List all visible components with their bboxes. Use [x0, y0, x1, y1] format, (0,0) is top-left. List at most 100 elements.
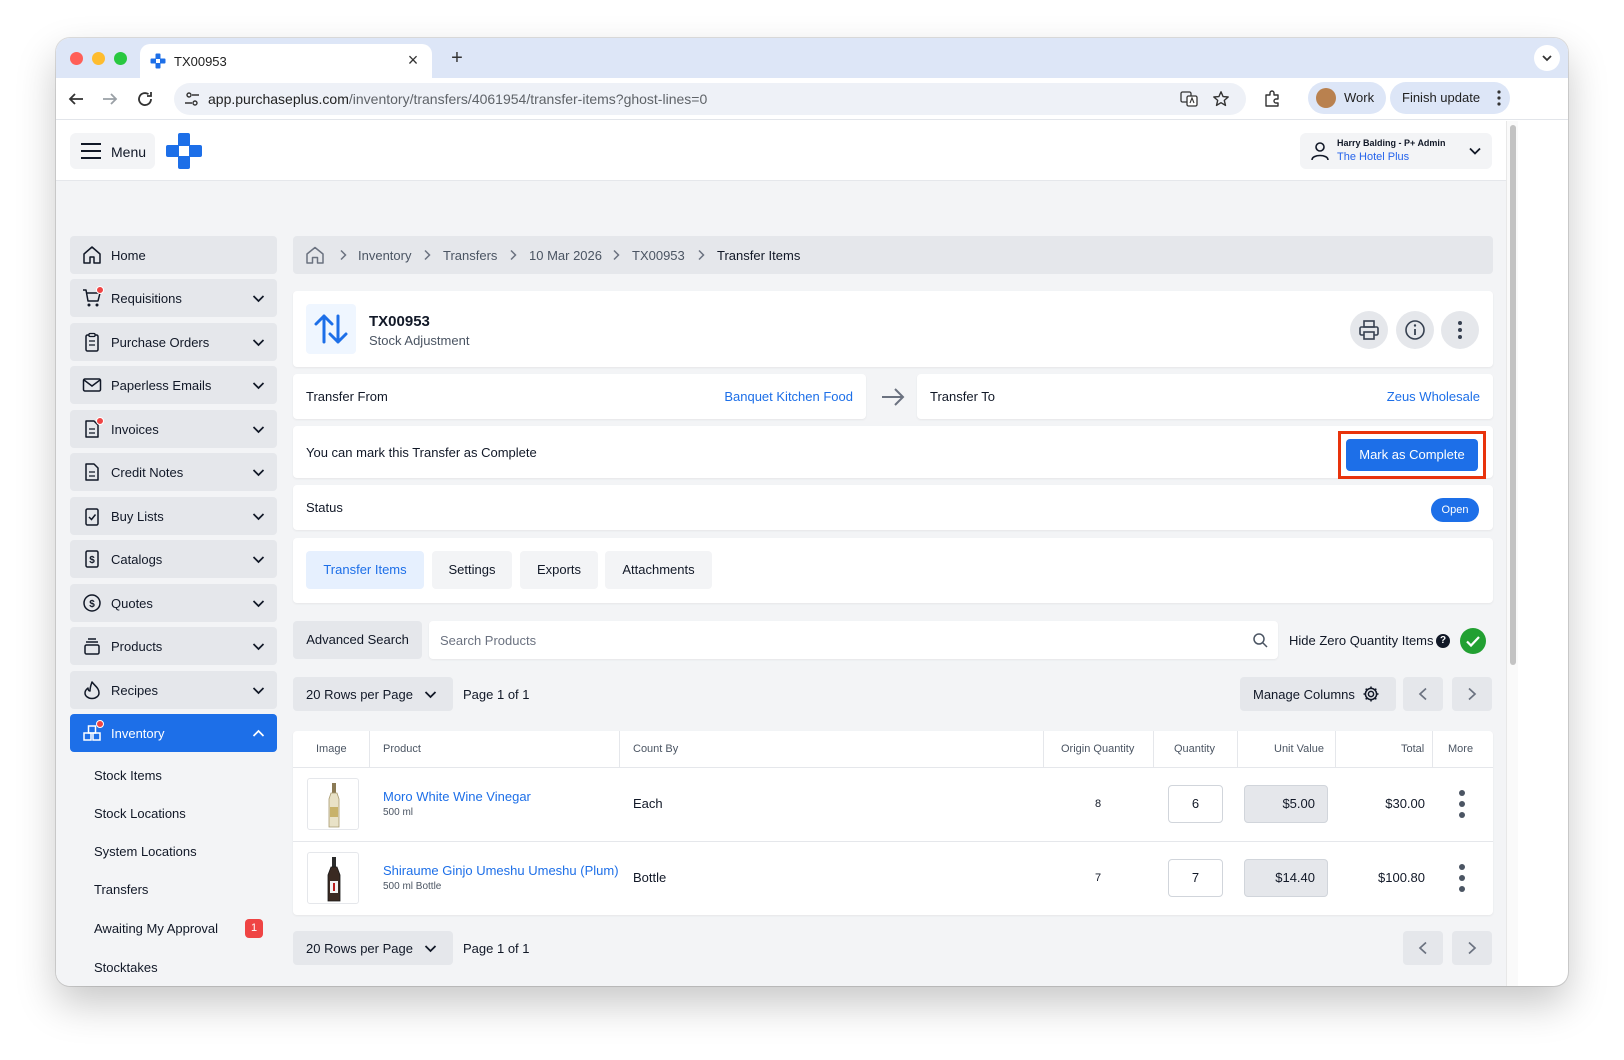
minimize-window-button[interactable] [92, 52, 105, 65]
reload-icon[interactable] [133, 87, 157, 111]
menu-button[interactable]: Menu [70, 133, 155, 169]
rows-per-page-select[interactable]: 20 Rows per Page [293, 931, 453, 965]
quantity-input[interactable]: 7 [1168, 859, 1223, 897]
more-actions-button[interactable] [1441, 311, 1479, 349]
site-settings-icon[interactable] [184, 91, 200, 107]
tab-close-icon[interactable]: × [402, 49, 424, 71]
tab-search-button[interactable] [1534, 45, 1560, 71]
sidebar-item-catalogs[interactable]: $ Catalogs [70, 540, 277, 578]
breadcrumb-date[interactable]: 10 Mar 2026 [529, 248, 602, 263]
next-page-button[interactable] [1452, 931, 1492, 965]
sidebar-item-recipes[interactable]: Recipes [70, 671, 277, 709]
previous-page-button[interactable] [1403, 677, 1443, 711]
chevron-up-icon [252, 729, 265, 737]
finish-update-label: Finish update [1402, 90, 1481, 105]
advanced-search-button[interactable]: Advanced Search [293, 621, 422, 659]
sidebar-item-buy-lists[interactable]: Buy Lists [70, 497, 277, 535]
sidebar-item-home[interactable]: Home [70, 236, 277, 274]
app-header: Menu Harry Balding - P+ Admin The Hotel … [56, 121, 1506, 181]
sidebar-item-products[interactable]: Products [70, 627, 277, 665]
bookmark-star-icon[interactable] [1212, 90, 1230, 108]
chevron-down-icon [252, 469, 265, 477]
breadcrumb-inventory[interactable]: Inventory [358, 248, 411, 263]
column-header-total[interactable]: Total [1401, 731, 1424, 767]
sidebar-item-invoices[interactable]: Invoices [70, 410, 277, 448]
page-scrollbar[interactable] [1506, 121, 1518, 986]
chevron-down-icon [252, 556, 265, 564]
sidebar-item-paperless-emails[interactable]: Paperless Emails [70, 366, 277, 404]
column-header-image: Image [316, 743, 347, 755]
menu-label: Menu [111, 144, 147, 160]
sidebar-subitem-awaiting-my-approval[interactable]: Awaiting My Approval [94, 921, 218, 936]
search-input[interactable] [429, 621, 1239, 659]
browser-tab[interactable]: TX00953 × [140, 44, 432, 78]
previous-page-button[interactable] [1403, 931, 1443, 965]
forward-arrow-icon[interactable] [98, 87, 122, 111]
sidebar-subitem-stocktakes[interactable]: Stocktakes [94, 960, 158, 975]
sidebar-subitem-stock-locations[interactable]: Stock Locations [94, 806, 186, 821]
sidebar-subitem-system-locations[interactable]: System Locations [94, 844, 197, 859]
column-header-origin-quantity[interactable]: Origin Quantity [1061, 731, 1134, 767]
count-by: Each [633, 796, 663, 811]
next-page-button[interactable] [1452, 677, 1492, 711]
print-button[interactable] [1350, 311, 1388, 349]
transfer-to-link[interactable]: Zeus Wholesale [1387, 389, 1480, 404]
column-header-unit-value[interactable]: Unit Value [1274, 731, 1324, 767]
sidebar-item-quotes[interactable]: $ Quotes [70, 584, 277, 622]
chevron-down-icon [1542, 55, 1552, 62]
user-menu[interactable]: Harry Balding - P+ Admin The Hotel Plus [1300, 133, 1492, 169]
url-text: app.purchaseplus.com/inventory/transfers… [208, 91, 707, 107]
manage-columns-label: Manage Columns [1253, 687, 1355, 702]
rows-per-page-select[interactable]: 20 Rows per Page [293, 677, 453, 711]
gear-icon [1363, 686, 1379, 702]
breadcrumb-transfer-number[interactable]: TX00953 [632, 248, 685, 263]
extensions-puzzle-icon[interactable] [1263, 90, 1281, 108]
profile-button[interactable]: Work [1308, 82, 1386, 114]
sidebar-item-inventory[interactable]: Inventory [70, 714, 277, 752]
sidebar-subitem-stock-items[interactable]: Stock Items [94, 768, 162, 783]
new-tab-icon[interactable]: + [444, 45, 470, 71]
profile-label: Work [1344, 90, 1375, 105]
help-icon[interactable]: ? [1436, 634, 1450, 648]
column-header-count-by[interactable]: Count By [633, 731, 678, 767]
tab-exports[interactable]: Exports [520, 551, 598, 589]
column-header-product[interactable]: Product [383, 731, 421, 767]
quantity-input[interactable]: 6 [1168, 785, 1223, 823]
chevron-right-icon [1468, 941, 1477, 955]
purchaseplus-logo[interactable] [166, 133, 202, 169]
finish-update-button[interactable]: Finish update [1390, 82, 1510, 114]
mark-as-complete-button[interactable]: Mark as Complete [1346, 439, 1478, 471]
back-arrow-icon[interactable] [64, 87, 88, 111]
info-button[interactable] [1396, 311, 1434, 349]
home-icon[interactable] [305, 246, 325, 264]
chevron-down-icon [252, 513, 265, 521]
scrollbar-thumb[interactable] [1510, 125, 1516, 665]
product-link[interactable]: Moro White Wine Vinegar [383, 789, 531, 804]
transfer-from-link[interactable]: Banquet Kitchen Food [724, 389, 853, 404]
row-more-icon[interactable] [1458, 789, 1466, 819]
sidebar-item-requisitions[interactable]: Requisitions [70, 279, 277, 317]
notification-dot [96, 417, 104, 425]
address-bar[interactable]: app.purchaseplus.com/inventory/transfers… [174, 83, 1246, 115]
complete-message: You can mark this Transfer as Complete [306, 445, 537, 460]
hide-zero-quantity-label: Hide Zero Quantity Items [1289, 633, 1434, 648]
sidebar-item-credit-notes[interactable]: Credit Notes [70, 453, 277, 491]
sidebar-item-purchase-orders[interactable]: Purchase Orders [70, 323, 277, 361]
tab-attachments[interactable]: Attachments [605, 551, 712, 589]
translate-icon[interactable] [1180, 90, 1198, 108]
search-icon[interactable] [1252, 632, 1268, 648]
maximize-window-button[interactable] [114, 52, 127, 65]
transfer-type-icon-box [306, 304, 356, 354]
sidebar-subitem-transfers[interactable]: Transfers [94, 882, 148, 897]
column-header-quantity[interactable]: Quantity [1174, 731, 1215, 767]
status-label: Status [306, 500, 343, 515]
breadcrumb-transfers[interactable]: Transfers [443, 248, 497, 263]
close-window-button[interactable] [70, 52, 83, 65]
tab-settings[interactable]: Settings [432, 551, 512, 589]
sidebar-item-label: Inventory [111, 726, 165, 741]
product-link[interactable]: Shiraume Ginjo Umeshu Umeshu (Plum) [383, 863, 619, 878]
manage-columns-button[interactable]: Manage Columns [1240, 677, 1396, 711]
row-more-icon[interactable] [1458, 863, 1466, 893]
tab-transfer-items[interactable]: Transfer Items [306, 551, 424, 589]
hide-zero-quantity-toggle[interactable] [1460, 628, 1486, 654]
